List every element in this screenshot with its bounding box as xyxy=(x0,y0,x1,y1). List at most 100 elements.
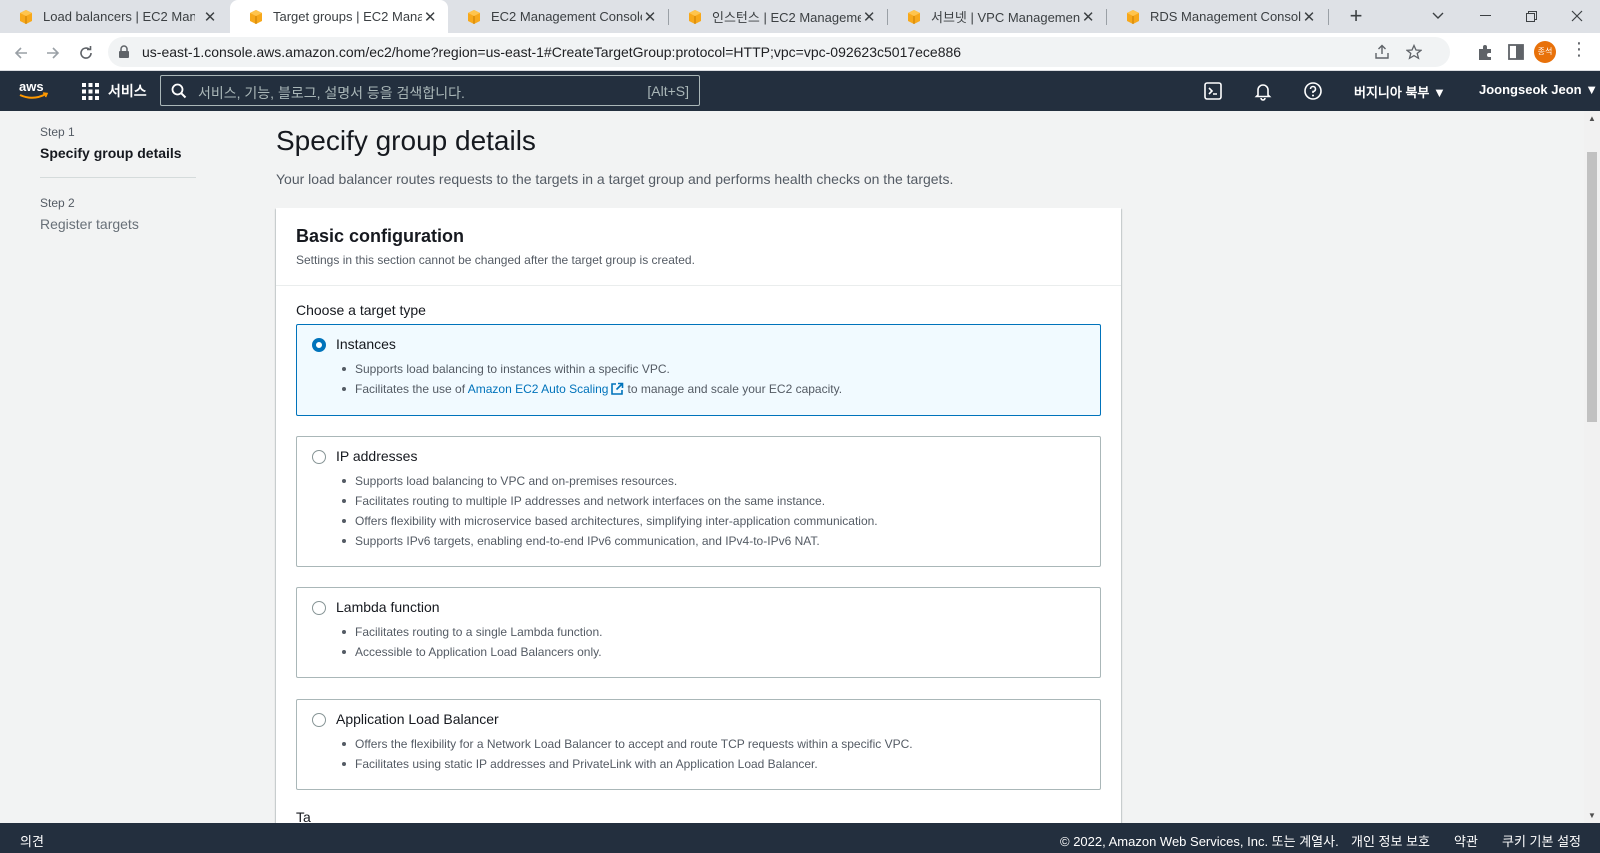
share-icon[interactable] xyxy=(1374,44,1390,60)
radio-instances[interactable] xyxy=(312,338,326,352)
console-search-input[interactable]: 서비스, 기능, 블로그, 설명서 등을 검색합니다. [Alt+S] xyxy=(160,75,700,106)
target-type-ip-tile[interactable]: IP addresses Supports load balancing to … xyxy=(296,436,1101,567)
close-tab-icon[interactable]: ✕ xyxy=(642,8,658,26)
terms-link[interactable]: 약관 xyxy=(1454,831,1478,850)
radio-ip-addresses[interactable] xyxy=(312,450,326,464)
tab-title: EC2 Management Console xyxy=(491,9,643,24)
scrollbar-thumb[interactable] xyxy=(1587,152,1597,422)
chevron-down-icon xyxy=(1432,12,1444,20)
option-bullet: Facilitates the use of Amazon EC2 Auto S… xyxy=(341,379,842,399)
lock-icon[interactable] xyxy=(118,45,130,59)
browser-tab-active[interactable]: Target groups | EC2 Manage ✕ xyxy=(230,0,448,33)
url-text: us-east-1.console.aws.amazon.com/ec2/hom… xyxy=(142,44,962,60)
minimize-button[interactable] xyxy=(1462,0,1508,33)
page-title: Specify group details xyxy=(276,125,536,156)
option-name: Application Load Balancer xyxy=(336,711,499,727)
profile-avatar[interactable]: 종석 xyxy=(1534,41,1556,63)
close-tab-icon[interactable]: ✕ xyxy=(1301,8,1317,26)
close-tab-icon[interactable]: ✕ xyxy=(1080,8,1096,26)
services-menu-button[interactable]: 서비스 xyxy=(82,81,147,101)
option-bullets: Supports load balancing to instances wit… xyxy=(341,359,842,399)
option-bullet: Offers the flexibility for a Network Loa… xyxy=(342,734,913,754)
option-bullet: Supports load balancing to instances wit… xyxy=(341,359,842,379)
option-bullet: Offers flexibility with microservice bas… xyxy=(342,511,878,531)
tab-title: 인스턴스 | EC2 Management xyxy=(712,10,862,25)
radio-lambda-function[interactable] xyxy=(312,601,326,615)
restore-button[interactable] xyxy=(1508,0,1554,33)
main-content: Step 1 Specify group details Step 2 Regi… xyxy=(0,111,1584,823)
browser-toolbar: us-east-1.console.aws.amazon.com/ec2/hom… xyxy=(0,33,1600,71)
close-tab-icon[interactable]: ✕ xyxy=(861,8,877,26)
close-tab-icon[interactable]: ✕ xyxy=(202,8,218,26)
option-name: IP addresses xyxy=(336,448,418,464)
option-bullet: Supports IPv6 targets, enabling end-to-e… xyxy=(342,531,878,551)
help-icon[interactable] xyxy=(1303,81,1323,101)
wizard-step-1[interactable]: Step 1 Specify group details xyxy=(40,125,196,161)
minimize-icon xyxy=(1479,15,1491,17)
account-menu[interactable]: Joongseok Jeon ▼ xyxy=(1479,82,1598,97)
restore-icon xyxy=(1525,10,1537,22)
basic-configuration-panel: Basic configuration Settings in this sec… xyxy=(276,208,1121,823)
copyright-text: © 2022, Amazon Web Services, Inc. 또는 계열사… xyxy=(1060,834,1339,849)
region-selector[interactable]: 버지니아 북부 ▼ xyxy=(1354,82,1446,101)
aws-logo-icon[interactable]: aws xyxy=(18,79,50,101)
reload-icon xyxy=(80,45,92,59)
tab-title: Target groups | EC2 Manage xyxy=(273,9,423,24)
search-shortcut: [Alt+S] xyxy=(647,83,689,99)
browser-tab[interactable]: Load balancers | EC2 Manag ✕ xyxy=(0,0,228,33)
close-icon xyxy=(1571,10,1583,22)
browser-tab[interactable]: 인스턴스 | EC2 Management ✕ xyxy=(669,0,887,33)
browser-tab[interactable]: RDS Management Console ✕ xyxy=(1107,0,1327,33)
wizard-step-2: Step 2 Register targets xyxy=(40,196,196,232)
option-bullet: Facilitates using static IP addresses an… xyxy=(342,754,913,774)
panel-header: Basic configuration Settings in this sec… xyxy=(276,208,1121,286)
search-icon xyxy=(171,83,187,99)
target-type-instances-tile[interactable]: Instances Supports load balancing to ins… xyxy=(296,324,1101,416)
target-type-label: Choose a target type xyxy=(296,302,426,318)
browser-tab[interactable]: EC2 Management Console ✕ xyxy=(448,0,668,33)
address-bar[interactable]: us-east-1.console.aws.amazon.com/ec2/hom… xyxy=(108,37,1450,67)
svg-text:aws: aws xyxy=(19,79,44,94)
next-field-label-partial: Ta xyxy=(296,809,311,823)
aws-cube-icon xyxy=(1127,9,1139,24)
close-tab-icon[interactable]: ✕ xyxy=(422,8,438,26)
option-name: Lambda function xyxy=(336,599,440,615)
external-link-icon[interactable] xyxy=(610,382,624,396)
bullet-text: Facilitates the use of xyxy=(355,382,468,396)
privacy-link[interactable]: 개인 정보 보호 xyxy=(1351,831,1430,850)
browser-menu-icon[interactable]: ⋮ xyxy=(1570,39,1588,60)
tab-search-button[interactable] xyxy=(1415,0,1461,33)
page-description: Your load balancer routes requests to th… xyxy=(276,171,954,187)
radio-application-load-balancer[interactable] xyxy=(312,713,326,727)
services-label: 서비스 xyxy=(108,83,147,99)
side-panel-icon[interactable] xyxy=(1505,41,1527,63)
back-button[interactable] xyxy=(8,39,34,65)
forward-button[interactable] xyxy=(40,39,66,65)
option-bullet: Supports load balancing to VPC and on-pr… xyxy=(342,471,878,491)
extensions-puzzle-icon[interactable] xyxy=(1474,41,1496,63)
aws-cube-icon xyxy=(250,9,262,24)
page-scrollbar[interactable]: ▲ ▼ xyxy=(1584,111,1600,823)
panel-subtext: Settings in this section cannot be chang… xyxy=(296,253,695,267)
scroll-down-arrow-icon[interactable]: ▼ xyxy=(1588,811,1596,820)
grid-menu-icon xyxy=(82,82,99,100)
ec2-auto-scaling-link[interactable]: Amazon EC2 Auto Scaling xyxy=(468,382,609,396)
step-title: Specify group details xyxy=(40,145,182,161)
wizard-steps: Step 1 Specify group details Step 2 Regi… xyxy=(40,125,196,232)
cloudshell-icon[interactable] xyxy=(1203,81,1223,101)
search-placeholder: 서비스, 기능, 블로그, 설명서 등을 검색합니다. xyxy=(198,85,465,101)
close-window-button[interactable] xyxy=(1554,0,1600,33)
target-type-lambda-tile[interactable]: Lambda function Facilitates routing to a… xyxy=(296,587,1101,678)
new-tab-button[interactable]: + xyxy=(1342,3,1370,31)
cookie-preferences-link[interactable]: 쿠키 기본 설정 xyxy=(1502,831,1581,850)
back-arrow-icon xyxy=(14,46,27,59)
feedback-link[interactable]: 의견 xyxy=(20,831,44,850)
reload-button[interactable] xyxy=(73,39,99,65)
bookmark-star-icon[interactable] xyxy=(1406,44,1422,60)
target-type-alb-tile[interactable]: Application Load Balancer Offers the fle… xyxy=(296,699,1101,790)
notifications-bell-icon[interactable] xyxy=(1253,81,1273,101)
aws-cube-icon xyxy=(468,9,480,24)
browser-tab[interactable]: 서브넷 | VPC Management C ✕ xyxy=(888,0,1106,33)
browser-tab-strip: Load balancers | EC2 Manag ✕ Target grou… xyxy=(0,0,1600,33)
scroll-up-arrow-icon[interactable]: ▲ xyxy=(1588,114,1596,123)
